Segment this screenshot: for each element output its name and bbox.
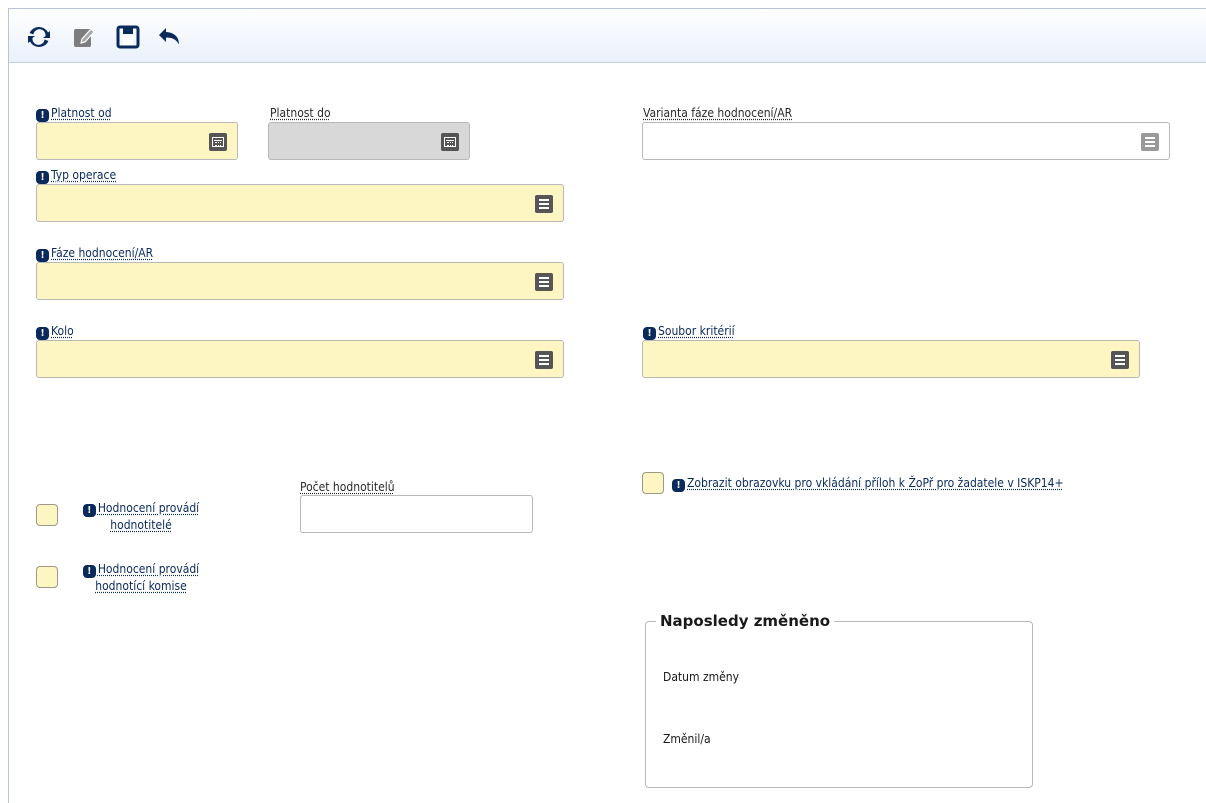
zobrazit-label: ! Zobrazit obrazovku pro vkládání příloh …: [672, 475, 1064, 492]
faze-label: ! Fáze hodnocení/AR: [36, 246, 153, 262]
save-icon: [116, 25, 140, 49]
platnost-do-label: Platnost do: [270, 106, 331, 120]
zobrazit-checkbox[interactable]: [642, 472, 664, 494]
toolbar: [9, 9, 1206, 63]
kolo-label: ! Kolo: [36, 324, 74, 340]
required-icon: !: [82, 504, 96, 517]
calendar-icon[interactable]: [209, 133, 227, 151]
soubor-label: ! Soubor kritérií: [643, 324, 735, 340]
undo-icon: [159, 28, 179, 45]
typ-operace-label: ! Typ operace: [36, 168, 116, 184]
list-picker-icon[interactable]: [535, 273, 553, 291]
hodnotitele-checkbox[interactable]: [36, 504, 58, 526]
refresh-button[interactable]: [26, 24, 52, 50]
edit-button[interactable]: [71, 24, 97, 50]
required-icon: !: [36, 109, 49, 122]
list-picker-icon[interactable]: [1141, 133, 1159, 151]
list-picker-icon[interactable]: [535, 195, 553, 213]
pocet-label: Počet hodnotitelů: [300, 480, 395, 494]
edit-icon: [74, 28, 95, 47]
zmenil-label: Změnil/a: [663, 732, 711, 746]
undo-button[interactable]: [157, 24, 183, 50]
platnost-do-field: [268, 122, 470, 160]
platnost-od-field[interactable]: [36, 122, 238, 160]
calendar-icon: [441, 133, 459, 151]
pocet-field[interactable]: [300, 495, 533, 533]
typ-operace-field[interactable]: [36, 184, 564, 222]
datum-zmeny-label: Datum změny: [663, 670, 740, 684]
varianta-label: Varianta fáze hodnocení/AR: [643, 106, 793, 120]
hodnotitele-label: ! Hodnocení provádí hodnotitelé: [66, 500, 216, 533]
last-changed-title: Naposledy změněno: [660, 612, 831, 630]
required-icon: !: [82, 565, 96, 578]
komise-checkbox[interactable]: [36, 566, 58, 588]
kolo-field[interactable]: [36, 340, 564, 378]
list-picker-icon[interactable]: [1111, 351, 1129, 369]
varianta-field[interactable]: [642, 122, 1170, 160]
save-button[interactable]: [115, 24, 141, 50]
required-icon: !: [36, 249, 49, 262]
soubor-field[interactable]: [642, 340, 1140, 378]
refresh-icon: [28, 26, 50, 48]
required-icon: !: [36, 171, 49, 184]
required-icon: !: [36, 327, 49, 340]
list-picker-icon[interactable]: [535, 351, 553, 369]
required-icon: !: [643, 327, 656, 340]
required-icon: !: [672, 479, 685, 492]
last-changed-panel: Naposledy změněno Datum změny Změnil/a: [645, 612, 1033, 788]
faze-field[interactable]: [36, 262, 564, 300]
komise-label: ! Hodnocení provádí hodnotící komise: [66, 561, 216, 594]
platnost-od-label: ! Platnost od: [36, 106, 112, 122]
